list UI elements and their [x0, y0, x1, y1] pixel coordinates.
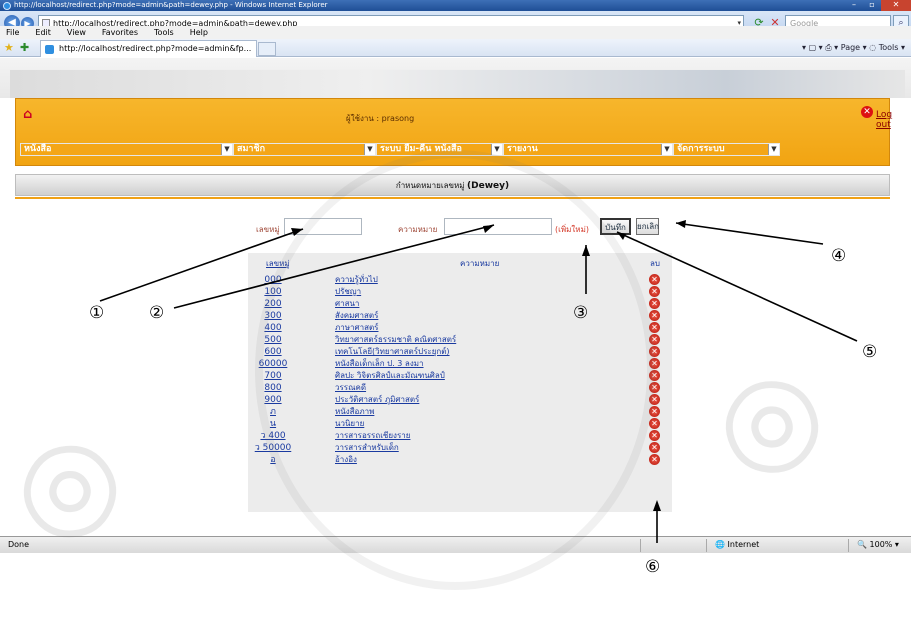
chevron-down-icon: ▼: [768, 144, 779, 155]
menu-select-members[interactable]: สมาชิก ▼: [233, 143, 376, 156]
menu-view[interactable]: View: [67, 26, 86, 39]
menu-favorites[interactable]: Favorites: [102, 26, 138, 39]
add-favorite-icon[interactable]: ✚: [20, 41, 29, 54]
column-header-delete: ลบ: [650, 259, 660, 268]
favorites-star-icon[interactable]: ★: [4, 41, 14, 54]
maximize-button[interactable]: ▫: [863, 0, 881, 11]
cancel-button[interactable]: ยกเลิก: [636, 218, 659, 235]
logout-icon[interactable]: ✕: [861, 106, 873, 118]
close-window-button[interactable]: ✕: [881, 0, 911, 11]
ie-logo-icon: [3, 2, 11, 10]
browser-tab[interactable]: http://localhost/redirect.php?mode=admin…: [40, 40, 257, 57]
annotation-label-1: ①: [89, 303, 105, 323]
chevron-down-icon: ▼: [661, 144, 672, 155]
status-text: Done: [8, 540, 30, 549]
delete-icon[interactable]: ✕: [649, 274, 660, 285]
delete-icon[interactable]: ✕: [649, 298, 660, 309]
annotation-label-3: ③: [573, 303, 589, 323]
site-banner: [0, 58, 911, 98]
menu-file[interactable]: File: [6, 26, 19, 39]
window-titlebar: http://localhost/redirect.php?mode=admin…: [0, 0, 911, 11]
menu-help[interactable]: Help: [190, 26, 208, 39]
code-label: เลขหมู่: [256, 225, 280, 234]
home-icon[interactable]: ⌂: [23, 107, 32, 122]
menu-tools[interactable]: Tools: [154, 26, 174, 39]
delete-icon[interactable]: ✕: [649, 310, 660, 321]
annotation-label-4: ④: [831, 246, 847, 266]
menu-select-reports[interactable]: รายงาน ▼: [503, 143, 673, 156]
tab-title: http://localhost/redirect.php?mode=admin…: [59, 44, 252, 53]
annotation-label-5: ⑤: [862, 342, 878, 362]
delete-icon[interactable]: ✕: [649, 442, 660, 453]
menu-edit[interactable]: Edit: [35, 26, 51, 39]
favorites-bar: ★ ✚ http://localhost/redirect.php?mode=a…: [0, 39, 911, 57]
tab-page-icon: [45, 45, 54, 54]
delete-icon[interactable]: ✕: [649, 454, 660, 465]
menu-select-books[interactable]: หนังสือ ▼: [20, 143, 233, 156]
window-title: http://localhost/redirect.php?mode=admin…: [14, 1, 328, 9]
delete-icon[interactable]: ✕: [649, 418, 660, 429]
annotation-label-2: ②: [149, 303, 165, 323]
watermark-circle: [255, 150, 655, 590]
annotation-label-6: ⑥: [645, 557, 661, 577]
chevron-down-icon: ▼: [221, 144, 232, 155]
logout-link[interactable]: Log out: [876, 110, 892, 130]
minimize-button[interactable]: –: [845, 0, 863, 11]
delete-icon[interactable]: ✕: [649, 286, 660, 297]
user-label: ผู้ใช้งาน : prasong: [346, 114, 415, 123]
command-bar[interactable]: ▾ ▢ ▾ ⎙ ▾ Page ▾ ◌ Tools ▾: [802, 39, 905, 57]
menu-select-admin[interactable]: จัดการระบบ ▼: [673, 143, 780, 156]
chevron-down-icon: ▼: [364, 144, 375, 155]
menu-bar: File Edit View Favorites Tools Help: [0, 26, 911, 39]
new-tab-button[interactable]: [258, 42, 276, 56]
delete-icon[interactable]: ✕: [649, 430, 660, 441]
window-controls: – ▫ ✕: [845, 0, 911, 11]
